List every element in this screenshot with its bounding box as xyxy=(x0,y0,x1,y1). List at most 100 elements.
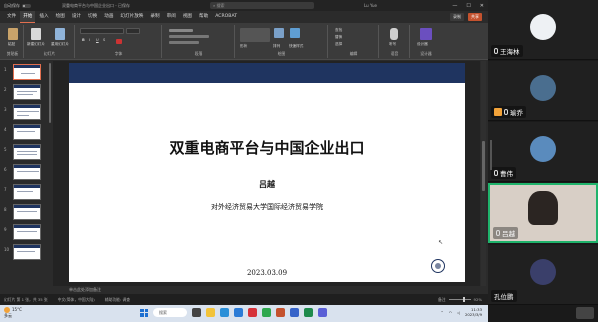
menu-right-actions: 录制 共享 xyxy=(450,13,482,21)
word-icon[interactable] xyxy=(290,308,299,317)
participant-tile[interactable]: 孔位鹏 xyxy=(488,245,598,305)
tab-acrobat[interactable]: ACROBAT xyxy=(212,11,240,23)
tab-design[interactable]: 设计 xyxy=(69,11,84,23)
language-indicator[interactable]: 中文(简体，中国大陆) xyxy=(58,297,95,303)
task-view-icon[interactable] xyxy=(192,308,201,317)
autosave[interactable]: 自动保存 xyxy=(4,3,31,9)
thumbnail-slide-1[interactable] xyxy=(13,64,41,80)
thumbnail-slide-4[interactable] xyxy=(13,124,41,140)
tab-review[interactable]: 审阅 xyxy=(164,11,179,23)
shapes-gallery[interactable] xyxy=(240,28,270,42)
name-tag: 孔位鹏 xyxy=(491,290,517,302)
participant-name: 瑜乔 xyxy=(510,109,523,117)
file-explorer-icon[interactable] xyxy=(206,308,215,317)
tab-animations[interactable]: 动画 xyxy=(101,11,116,23)
wechat-icon[interactable] xyxy=(262,308,271,317)
arrange-icon[interactable] xyxy=(274,28,284,38)
thumbnail-scrollbar[interactable] xyxy=(49,63,51,123)
clock[interactable]: 11:33 2023/3/9 xyxy=(465,307,482,317)
tab-file[interactable]: 文件 xyxy=(4,11,19,23)
system-tray: ⌃ ◠ ◁ 11:33 2023/3/9 xyxy=(441,307,483,317)
search-placeholder: 搜索 xyxy=(216,3,225,8)
windows-start-icon[interactable] xyxy=(140,308,148,317)
font-name-select[interactable] xyxy=(80,28,124,34)
spacing-icon[interactable] xyxy=(169,41,199,44)
thumbnail-slide-9[interactable] xyxy=(13,224,41,240)
accessibility-status[interactable]: 辅助功能: 调查 xyxy=(105,297,130,303)
thumbnail-slide-10[interactable] xyxy=(13,244,41,260)
replace-button[interactable]: 替换 xyxy=(335,35,342,40)
edge-icon[interactable] xyxy=(220,308,229,317)
tab-record[interactable]: 录制 xyxy=(147,11,162,23)
tab-transitions[interactable]: 切换 xyxy=(85,11,100,23)
slide-scrollbar[interactable] xyxy=(481,61,486,286)
group-label: 幻灯片 xyxy=(43,51,56,56)
network-icon[interactable]: ◠ xyxy=(449,310,452,315)
slide-date[interactable]: 2023.03.09 xyxy=(69,269,465,277)
share-button[interactable]: 共享 xyxy=(468,13,482,21)
autosave-toggle[interactable] xyxy=(22,3,31,8)
current-slide[interactable]: 双重电商平台与中国企业出口 吕越 对外经济贸易大学国际经济贸易学院 2023.0… xyxy=(69,63,465,282)
thumbnail-slide-6[interactable] xyxy=(13,164,41,180)
store-icon[interactable] xyxy=(234,308,243,317)
underline-button[interactable]: U xyxy=(96,38,99,42)
close-button[interactable]: ✕ xyxy=(480,3,484,9)
align-icon[interactable] xyxy=(169,35,209,38)
tab-slideshow[interactable]: 幻灯片放映 xyxy=(117,11,146,23)
participant-tile[interactable]: 曹伟 xyxy=(488,122,598,182)
thumbnail-slide-5[interactable] xyxy=(13,144,41,160)
taskbar-search[interactable]: 搜索 xyxy=(153,308,187,317)
slide-author[interactable]: 吕越 xyxy=(69,179,465,190)
font-size-select[interactable] xyxy=(126,28,140,34)
thumbnail-slide-3[interactable] xyxy=(13,104,41,120)
designer-icon[interactable] xyxy=(420,28,432,40)
find-button[interactable]: 查找 xyxy=(335,28,342,33)
name-tag: 曹伟 xyxy=(491,167,516,179)
reuse-slide-icon[interactable] xyxy=(55,28,65,40)
weather-widget[interactable]: 15°C 多云 xyxy=(4,307,22,318)
participant-tile[interactable]: 瑜乔 xyxy=(488,61,598,121)
font-color-icon[interactable] xyxy=(116,39,122,44)
meeting-app-icon[interactable] xyxy=(318,308,327,317)
minimize-button[interactable]: — xyxy=(452,3,457,9)
tab-home[interactable]: 开始 xyxy=(20,11,36,23)
strike-button[interactable]: S xyxy=(103,38,105,42)
speaker-video xyxy=(528,191,558,225)
tab-draw[interactable]: 绘图 xyxy=(53,11,68,23)
quick-styles-icon[interactable] xyxy=(290,28,300,38)
powerpoint-icon[interactable] xyxy=(276,308,285,317)
chevron-up-icon[interactable]: ⌃ xyxy=(441,310,444,315)
expand-icon[interactable] xyxy=(576,307,594,319)
notes-toggle[interactable]: 备注 xyxy=(438,297,446,303)
participant-tile-overlay: 王海林 xyxy=(488,0,598,60)
notes-pane[interactable]: 单击此处添加备注 xyxy=(53,286,488,294)
zoom-control: 备注 92% xyxy=(438,297,482,303)
active-speaker-tile[interactable]: 吕越 xyxy=(488,183,598,243)
slide-title[interactable]: 双重电商平台与中国企业出口 xyxy=(69,137,465,158)
record-button[interactable]: 录制 xyxy=(450,13,464,21)
new-slide-icon[interactable] xyxy=(31,28,41,40)
italic-button[interactable]: I xyxy=(89,38,90,42)
user-name[interactable]: Lu Yue xyxy=(364,3,377,8)
search-box[interactable]: ⌕ 搜索 xyxy=(210,2,314,9)
zoom-slider[interactable] xyxy=(448,297,471,302)
slide-affiliation[interactable]: 对外经济贸易大学国际经济贸易学院 xyxy=(69,202,465,212)
app-red-icon[interactable] xyxy=(248,308,257,317)
dictate-icon[interactable] xyxy=(390,28,398,40)
excel-icon[interactable] xyxy=(304,308,313,317)
zoom-level[interactable]: 92% xyxy=(474,297,482,302)
paste-icon[interactable] xyxy=(8,28,18,40)
select-button[interactable]: 选择 xyxy=(335,42,342,47)
maximize-button[interactable]: ☐ xyxy=(466,3,470,9)
thumbnail-slide-2[interactable] xyxy=(13,84,41,100)
tab-insert[interactable]: 插入 xyxy=(36,11,51,23)
thumbnail-slide-8[interactable] xyxy=(13,204,41,220)
university-logo xyxy=(431,259,445,273)
bullets-icon[interactable] xyxy=(169,29,193,32)
panel-scrollbar[interactable] xyxy=(490,140,492,170)
thumbnail-slide-7[interactable] xyxy=(13,184,41,200)
tab-help[interactable]: 帮助 xyxy=(196,11,211,23)
bold-button[interactable]: B xyxy=(82,38,85,42)
tab-view[interactable]: 视图 xyxy=(180,11,195,23)
volume-icon[interactable]: ◁ xyxy=(457,310,460,315)
